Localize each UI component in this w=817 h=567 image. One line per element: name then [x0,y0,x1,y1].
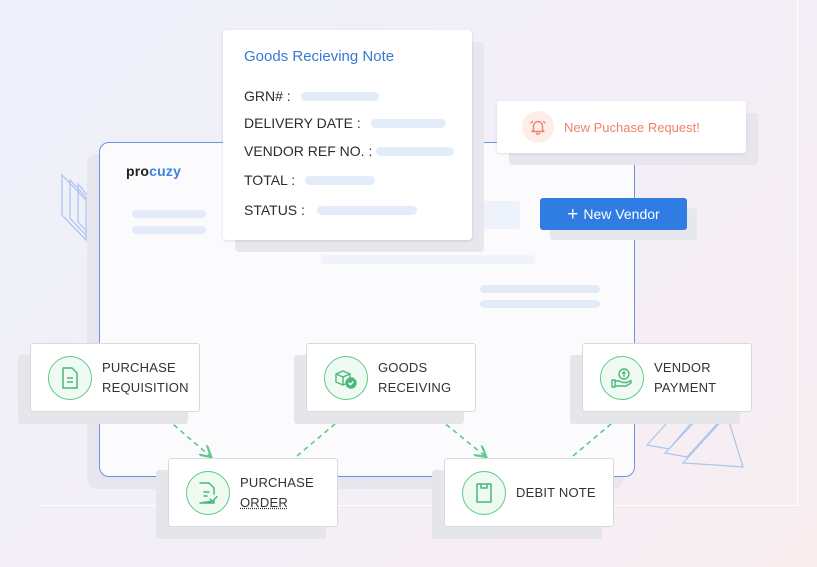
step-label-line2: REQUISITION [102,379,189,395]
step-label-line1: PURCHASE [240,474,314,490]
purchase-order-step[interactable]: PURCHASE ORDER [168,458,338,527]
vendor-payment-step[interactable]: VENDOR PAYMENT [582,343,752,412]
step-label-line1: GOODS [378,359,428,375]
arrow-order-to-receiving [296,413,348,457]
document-check-icon [186,470,230,515]
purchase-requisition-step[interactable]: PURCHASE REQUISITION [30,343,200,412]
step-label-line2: RECEIVING [378,379,452,395]
boxes-check-icon [324,355,368,400]
step-label-line1: DEBIT NOTE [516,484,596,500]
note-icon [462,470,506,515]
arrow-receiving-to-debit-note [431,412,485,456]
step-label-line2: ORDER [240,494,288,510]
arrow-requisition-to-order [159,412,210,456]
step-label-line1: PURCHASE [102,359,176,375]
goods-receiving-step[interactable]: GOODS RECEIVING [306,343,476,412]
step-label-line1: VENDOR [654,359,711,375]
hand-coin-icon [600,355,644,400]
arrow-debit-note-to-payment [572,413,624,457]
step-label-line2: PAYMENT [654,379,717,395]
document-icon [48,355,92,400]
workflow-arrows [159,0,817,567]
debit-note-step[interactable]: DEBIT NOTE [444,458,614,527]
